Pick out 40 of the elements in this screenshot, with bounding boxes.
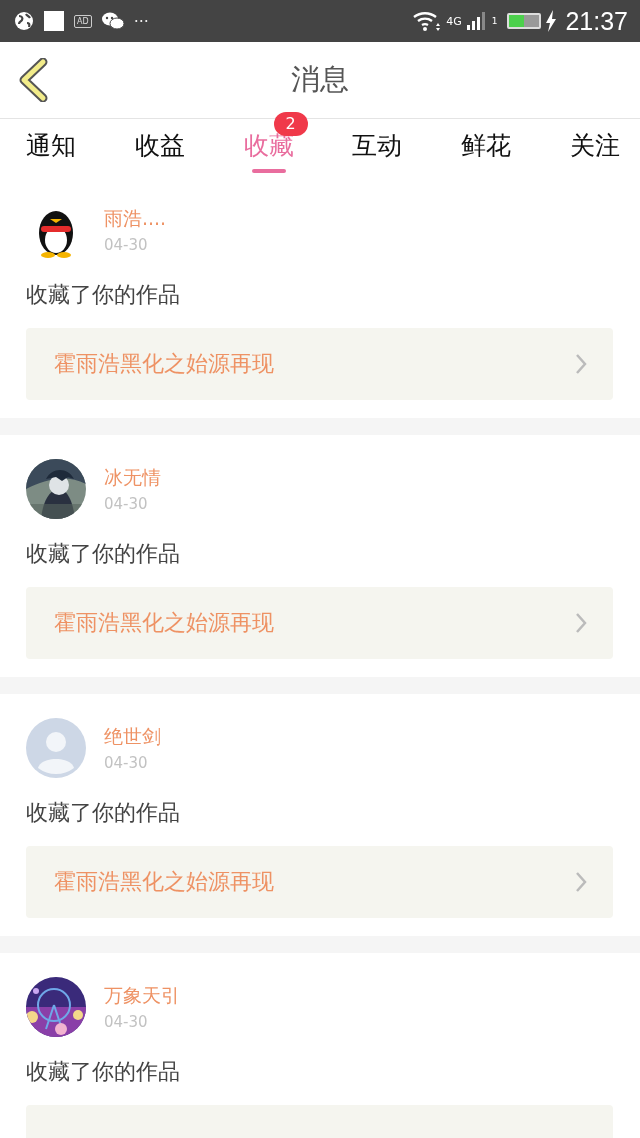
tab[interactable]: 互动: [340, 119, 415, 162]
message-date: 04-30: [104, 236, 149, 254]
square-icon: [44, 11, 64, 31]
message-text: 收藏了你的作品: [26, 540, 181, 568]
tab[interactable]: 关注: [558, 119, 632, 162]
work-link[interactable]: 霍雨浩黑化之始源再现: [26, 328, 613, 400]
signal-icon: [465, 11, 488, 31]
tab[interactable]: 收益: [122, 119, 197, 162]
ad-label: AD: [74, 14, 92, 28]
chat-icon: [101, 12, 124, 30]
message-text: 收藏了你的作品: [26, 281, 181, 309]
message-date: 04-30: [104, 754, 149, 772]
wifi-icon: [412, 10, 443, 32]
message-date: 04-30: [104, 1013, 149, 1031]
back-button[interactable]: [18, 58, 48, 102]
charging-icon: [545, 10, 558, 32]
tab-underline: [251, 169, 286, 173]
back-icon: [18, 58, 48, 102]
sim-label: 1: [491, 15, 498, 26]
clock-time: 21:37: [565, 6, 628, 36]
message-date: 04-30: [104, 495, 149, 513]
message-text: 收藏了你的作品: [26, 799, 181, 827]
chevron-right-icon: [575, 353, 587, 375]
globe-icon: [14, 11, 34, 31]
tab[interactable]: 鲜花: [449, 119, 524, 162]
user-avatar-icon: [26, 718, 86, 778]
tab[interactable]: 通知: [14, 119, 88, 162]
chevron-right-icon: [575, 612, 587, 634]
chevron-right-icon: [575, 871, 587, 893]
user-name[interactable]: 冰无情: [104, 465, 161, 491]
user-name[interactable]: 万象天引: [104, 983, 180, 1009]
work-link[interactable]: 霍雨浩黑化之始源再现: [26, 846, 613, 918]
network-label: 4G: [446, 14, 462, 28]
battery-icon: [507, 13, 542, 29]
more-text: ···: [133, 11, 149, 31]
page-title: 消息: [291, 61, 349, 98]
user-name[interactable]: 雨浩....: [104, 206, 167, 232]
message-text: 收藏了你的作品: [26, 1058, 181, 1086]
user-name[interactable]: 绝世剑: [104, 724, 161, 750]
work-link[interactable]: 霍雨浩黑化之始源再现: [26, 587, 613, 659]
